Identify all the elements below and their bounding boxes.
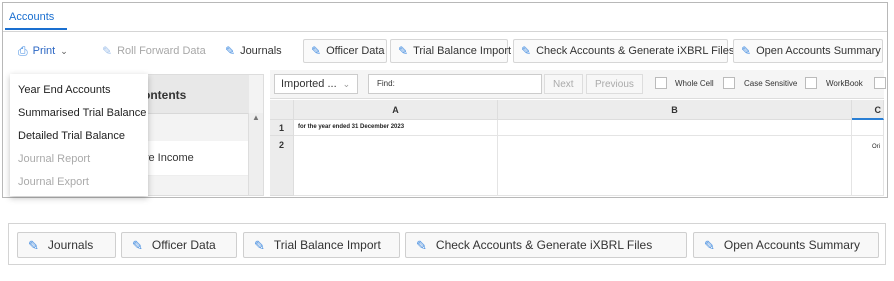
workbook-checkbox[interactable]: [805, 77, 817, 89]
whole-cell-checkbox[interactable]: [655, 77, 667, 89]
trial-balance-import-label: Trial Balance Import: [413, 45, 512, 57]
cell-a1-value: for the year ended 31 December 2023: [298, 124, 405, 130]
column-header-a[interactable]: A: [294, 100, 498, 120]
cell-c1[interactable]: [852, 120, 884, 136]
edit-square-icon: ✎: [704, 237, 715, 253]
column-header-b[interactable]: B: [498, 100, 852, 120]
check-accounts-label: Check Accounts & Generate iXBRL Files: [536, 45, 735, 57]
case-sensitive-label: Case Sensitive: [744, 79, 798, 88]
open-accounts-summary-label: Open Accounts Summary: [756, 45, 881, 57]
print-menu: Year End Accounts Summarised Trial Balan…: [10, 74, 148, 196]
edit-square-icon: ✎: [254, 237, 265, 253]
active-tab-indicator: [5, 28, 67, 30]
workbook-label: WorkBook: [826, 79, 863, 88]
edit-square-icon: ✎: [741, 44, 752, 58]
edit-square-icon: ✎: [398, 44, 409, 58]
cell-a2[interactable]: [294, 136, 498, 196]
tab-accounts[interactable]: Accounts: [9, 11, 54, 23]
menu-item-summarised-trial-balance[interactable]: Summarised Trial Balance: [18, 107, 146, 119]
bottom-officer-data-label: Officer Data: [151, 238, 216, 252]
bottom-journals-button[interactable]: ✎ Journals: [17, 232, 116, 258]
cell-a1[interactable]: for the year ended 31 December 2023: [294, 120, 498, 136]
bottom-check-accounts-label: Check Accounts & Generate iXBRL Files: [435, 238, 653, 252]
edit-square-icon: ✎: [132, 237, 143, 253]
bottom-journals-label: Journals: [47, 238, 94, 252]
chevron-down-icon: ⌄: [342, 78, 351, 89]
print-label: Print: [32, 45, 56, 57]
sheet-search-bar: Imported ... ⌄ Find: Next Previous Whole…: [270, 70, 886, 99]
find-input[interactable]: Find:: [368, 74, 542, 94]
journals-label: Journals: [240, 45, 282, 57]
toolbar: ⎙ Print ⌄ ✎ Roll Forward Data ✎ Journals…: [11, 39, 887, 63]
row-header-1[interactable]: 1: [270, 120, 294, 136]
officer-data-button[interactable]: ✎ Officer Data: [303, 39, 387, 63]
cell-b1[interactable]: [498, 120, 852, 136]
bottom-toolbar: ✎ Journals ✎ Officer Data ✎ Trial Balanc…: [8, 223, 886, 265]
edit-square-icon: ✎: [311, 44, 322, 58]
source-select[interactable]: Imported ... ⌄: [274, 74, 358, 94]
edit-square-icon: ✎: [521, 44, 532, 58]
cell-c2-value: Ori: [872, 144, 880, 150]
journals-button[interactable]: ✎ Journals: [218, 39, 300, 63]
edit-square-icon: ✎: [28, 237, 39, 253]
previous-button[interactable]: Previous: [586, 74, 643, 94]
whole-cell-label: Whole Cell: [675, 79, 714, 88]
next-button[interactable]: Next: [544, 74, 583, 94]
bottom-open-accounts-summary-button[interactable]: ✎ Open Accounts Summary: [693, 232, 879, 258]
menu-item-journal-export[interactable]: Journal Export: [18, 176, 89, 188]
menu-item-journal-report[interactable]: Journal Report: [18, 153, 90, 165]
bottom-trial-balance-import-button[interactable]: ✎ Trial Balance Import: [243, 232, 400, 258]
contents-list-item-label: ve Income: [143, 152, 194, 164]
officer-data-label: Officer Data: [326, 45, 385, 57]
row-header-2[interactable]: 2: [270, 136, 294, 196]
print-button[interactable]: ⎙ Print ⌄: [11, 39, 85, 63]
edit-square-icon: ✎: [416, 237, 427, 253]
bottom-officer-data-button[interactable]: ✎ Officer Data: [121, 232, 237, 258]
source-select-value: Imported ...: [281, 78, 337, 90]
menu-item-year-end-accounts[interactable]: Year End Accounts: [18, 84, 111, 96]
scroll-up-icon[interactable]: ▲: [252, 113, 260, 122]
menu-item-detailed-trial-balance[interactable]: Detailed Trial Balance: [18, 130, 125, 142]
extra-checkbox[interactable]: [874, 77, 886, 89]
corner-header: [270, 100, 294, 120]
contents-scrollbar[interactable]: ▲: [248, 113, 263, 195]
trial-balance-import-button[interactable]: ✎ Trial Balance Import: [390, 39, 512, 63]
printer-icon: ⎙: [18, 44, 28, 58]
open-accounts-summary-button[interactable]: ✎ Open Accounts Summary: [733, 39, 883, 63]
contents-panel-title: ontents: [143, 88, 187, 102]
edit-square-icon: ✎: [225, 44, 236, 58]
tab-strip: Accounts: [3, 3, 887, 32]
chevron-down-icon: ⌄: [60, 45, 68, 56]
spreadsheet-area: Imported ... ⌄ Find: Next Previous Whole…: [270, 70, 886, 196]
check-accounts-button[interactable]: ✎ Check Accounts & Generate iXBRL Files: [513, 39, 734, 63]
find-label: Find:: [377, 79, 395, 88]
edit-square-icon: ✎: [102, 44, 113, 58]
case-sensitive-checkbox[interactable]: [723, 77, 735, 89]
bottom-check-accounts-button[interactable]: ✎ Check Accounts & Generate iXBRL Files: [405, 232, 687, 258]
column-header-c[interactable]: C: [852, 100, 884, 120]
bottom-trial-balance-import-label: Trial Balance Import: [273, 238, 381, 252]
roll-forward-button[interactable]: ✎ Roll Forward Data: [95, 39, 221, 63]
cell-b2[interactable]: [498, 136, 852, 196]
bottom-open-accounts-summary-label: Open Accounts Summary: [723, 238, 860, 252]
roll-forward-label: Roll Forward Data: [117, 45, 206, 57]
cell-c2[interactable]: Ori: [852, 136, 884, 196]
